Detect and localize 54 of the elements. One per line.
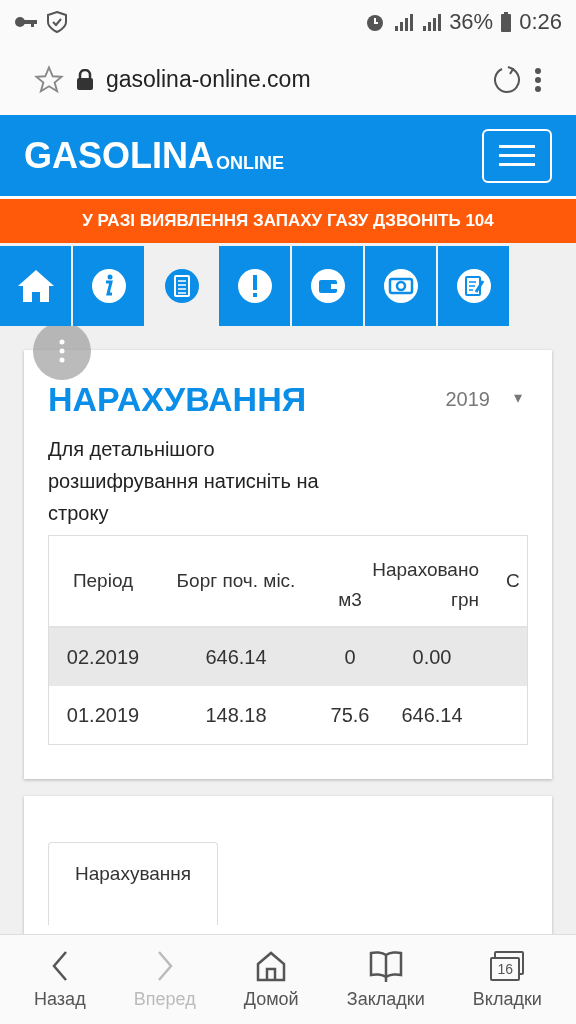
table-cell-text: 01.2019 [65, 703, 141, 727]
round-icon [382, 268, 419, 304]
toolbar-button[interactable]: Закладки [346, 949, 425, 1010]
battery-percent: 36% [449, 9, 494, 35]
toolbar-button[interactable]: Назад [34, 949, 86, 1010]
column-header: Борг поч. міс. [175, 570, 297, 592]
reload-icon[interactable] [492, 64, 522, 95]
clock-time: 0:26 [519, 9, 562, 35]
table-cell-text: 02.2019 [65, 645, 141, 669]
toolbar-button[interactable]: 16 Вкладки [472, 949, 542, 1010]
url-text[interactable]: gasolina-online.com [106, 66, 311, 93]
hint-text: Для детальнішого розшифрування натисніть на строку [48, 437, 320, 526]
table-row[interactable]: 02.2019 646.14 0 0.00 [49, 628, 527, 686]
nav-tab[interactable] [292, 246, 363, 326]
nav-tab[interactable] [0, 246, 71, 326]
nav-tab[interactable] [73, 246, 144, 326]
column-header: Нараховано [372, 559, 479, 581]
table-cell-text: 646.14 [204, 645, 268, 669]
floating-menu-button[interactable] [33, 326, 91, 380]
gas-alert-banner: У РАЗІ ВИЯВЛЕННЯ ЗАПАХУ ГАЗУ ДЗВОНІТЬ 104 [0, 199, 576, 243]
table-cell-text: 75.6 [329, 703, 371, 727]
table-cell-text: 0 [343, 645, 357, 669]
more-icon[interactable] [534, 66, 542, 93]
column-header: грн [450, 589, 479, 611]
toolbar-button[interactable]: Домой [243, 949, 299, 1010]
round-icon [163, 268, 200, 304]
alarm-icon [365, 12, 386, 32]
round-icon [236, 268, 273, 304]
book-icon [368, 949, 403, 983]
table-row[interactable]: 01.2019 148.18 75.6 646.14 [49, 686, 527, 744]
signal-icon [393, 12, 414, 32]
table-cell-text: 646.14 [400, 703, 464, 727]
home-icon [255, 949, 288, 983]
round-icon [90, 268, 127, 304]
nav-tab[interactable] [365, 246, 436, 326]
column-header: С [506, 570, 520, 592]
star-icon[interactable] [34, 64, 64, 95]
round-icon [455, 268, 492, 304]
shield-icon [46, 10, 68, 34]
battery-icon [501, 12, 512, 32]
key-icon [14, 15, 38, 29]
lock-icon [76, 68, 94, 91]
nav-tab[interactable] [438, 246, 509, 326]
column-header: м3 [337, 589, 363, 611]
table-cell-text: 148.18 [204, 703, 268, 727]
section-tab[interactable]: Нарахування [48, 842, 219, 925]
card-title: НАРАХУВАННЯ [48, 380, 307, 419]
table-cell-text: 0.00 [411, 645, 453, 669]
column-header: Період [71, 570, 135, 592]
signal-icon [421, 12, 442, 32]
nav-tab[interactable] [219, 246, 290, 326]
round-icon [309, 268, 346, 304]
menu-button[interactable] [482, 128, 552, 183]
year-select[interactable]: 2019 ▾ [445, 388, 522, 411]
